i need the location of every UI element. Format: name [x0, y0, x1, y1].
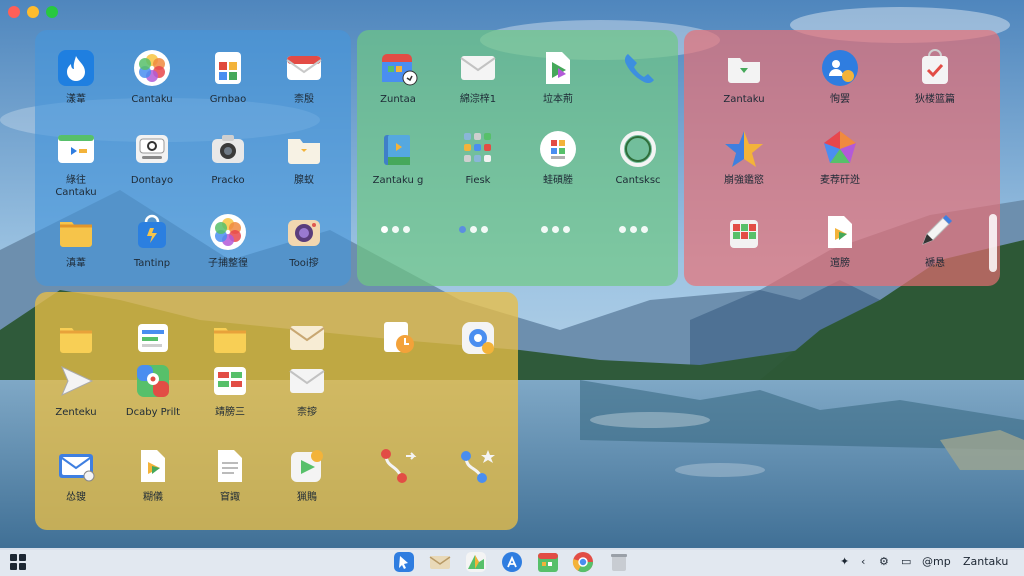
start-button[interactable]	[10, 554, 26, 570]
app-item[interactable]: 麦荐矸迯	[795, 129, 885, 187]
page-indicator[interactable]	[459, 226, 488, 233]
folder-icon	[210, 318, 250, 358]
scrollbar[interactable]	[989, 214, 997, 272]
chrome-icon[interactable]	[572, 551, 594, 573]
camera-icon	[284, 212, 324, 252]
document-play-icon	[538, 48, 578, 88]
app-item[interactable]: 褫恳	[890, 212, 980, 270]
page-indicator[interactable]	[381, 226, 410, 233]
app-item[interactable]: 狄楼篮篇	[890, 48, 980, 106]
send-arrow-icon	[56, 361, 96, 401]
zoom-button[interactable]	[46, 6, 58, 18]
app-item[interactable]: 垃本荊	[513, 48, 603, 106]
app-item[interactable]: 綿淙梓1	[433, 48, 523, 106]
document-icon	[210, 446, 250, 486]
app-item[interactable]: Zantaku	[699, 48, 789, 106]
dial-device-icon	[132, 129, 172, 169]
pencil-icon	[915, 212, 955, 252]
app-item[interactable]: 崩強鑑慾	[699, 129, 789, 187]
display-panel-icon	[56, 129, 96, 169]
flame-icon	[56, 48, 96, 88]
taskbar: ✦ ‹ ⚙ ▭ @mp Zantaku	[0, 548, 1024, 576]
document-play-icon	[133, 446, 173, 486]
app-item[interactable]	[353, 446, 443, 492]
mail-icon	[287, 361, 327, 401]
sparkle-icon[interactable]: ✦	[840, 555, 849, 569]
mail-icon[interactable]	[429, 551, 451, 573]
app-item[interactable]: Tooi摉	[259, 212, 349, 270]
notes-icon	[133, 318, 173, 358]
page-indicator[interactable]	[541, 226, 570, 233]
app-item[interactable]	[262, 318, 352, 364]
phone-icon	[618, 48, 658, 88]
app-item[interactable]	[433, 446, 523, 492]
chat-icon[interactable]: ▭	[901, 555, 911, 569]
grid-bag-icon	[724, 212, 764, 252]
document-play-icon	[820, 212, 860, 252]
shopping-bag-icon	[132, 212, 172, 252]
document-badge-icon	[208, 48, 248, 88]
tray-label-2[interactable]: Zantaku	[963, 555, 1008, 569]
colorful-document-icon	[538, 129, 578, 169]
app-item[interactable]: 蛙碩塍	[513, 129, 603, 187]
window-controls	[8, 6, 58, 18]
app-group-green: Zuntaa 綿淙梓1 垃本荊 Zantaku g Fiesk 蛙碩塍 Cant…	[357, 30, 678, 286]
route-star-icon	[458, 446, 498, 486]
mail-icon	[458, 48, 498, 88]
app-item[interactable]	[699, 212, 789, 258]
photos-pinwheel-icon	[208, 212, 248, 252]
route-icon	[378, 446, 418, 486]
tray-label-1[interactable]: @mp	[922, 555, 951, 569]
chevron-left-icon[interactable]: ‹	[861, 555, 865, 569]
app-item[interactable]: 猟鵙	[262, 446, 352, 504]
app-item[interactable]: Cantsksc	[593, 129, 683, 187]
gem-icon	[820, 129, 860, 169]
app-item[interactable]	[593, 48, 683, 94]
app-item[interactable]: 柰殷	[259, 48, 349, 106]
folder-icon	[284, 129, 324, 169]
app-item[interactable]: 腺蚁	[259, 129, 349, 187]
folder-icon	[724, 48, 764, 88]
book-icon	[378, 129, 418, 169]
settings-icon[interactable]: ⚙	[879, 555, 889, 569]
app-item[interactable]: Zuntaa	[353, 48, 443, 106]
app-item[interactable]: 恂罢	[795, 48, 885, 106]
map-icon	[133, 361, 173, 401]
camera-icon	[208, 129, 248, 169]
mail-icon	[287, 318, 327, 358]
app-group-red: Zantaku 恂罢 狄楼篮篇 崩強鑑慾 麦荐矸迯 逭膀 褫恳	[684, 30, 1000, 286]
app-item[interactable]: Fiesk	[433, 129, 523, 187]
clock-card-icon	[378, 318, 418, 358]
media-play-icon	[287, 446, 327, 486]
star-icon	[724, 129, 764, 169]
trash-icon[interactable]	[608, 551, 630, 573]
mail-badge-icon	[56, 446, 96, 486]
app-group-yellow: Zenteku Dcaby Prilt 靖膀三 柰摉 怂锼 糊儀 窅諏 猟鵙	[35, 292, 518, 530]
calendar-icon[interactable]	[537, 551, 559, 573]
close-button[interactable]	[8, 6, 20, 18]
app-store-icon[interactable]	[501, 551, 523, 573]
checklist-bag-icon	[915, 48, 955, 88]
app-item[interactable]: 柰摉	[262, 361, 352, 419]
folder-icon	[56, 212, 96, 252]
board-icon	[210, 361, 250, 401]
ring-icon	[618, 129, 658, 169]
photos-pinwheel-icon	[132, 48, 172, 88]
maps-icon[interactable]	[465, 551, 487, 573]
gear-badge-icon	[458, 318, 498, 358]
app-item[interactable]: Zantaku g	[353, 129, 443, 187]
cursor-icon[interactable]	[393, 551, 415, 573]
folder-icon	[56, 318, 96, 358]
contacts-badge-icon	[820, 48, 860, 88]
calendar-badge-icon	[378, 48, 418, 88]
page-indicator[interactable]	[619, 226, 648, 233]
app-group-blue: 漾葦 Cantaku Grnbao 柰殷 綠往 Cantaku Dontayo …	[35, 30, 351, 286]
apps-grid-icon	[458, 129, 498, 169]
minimize-button[interactable]	[27, 6, 39, 18]
app-item[interactable]	[353, 318, 443, 364]
app-item[interactable]	[433, 318, 523, 364]
mail-icon	[284, 48, 324, 88]
app-item[interactable]: 逭膀	[795, 212, 885, 270]
